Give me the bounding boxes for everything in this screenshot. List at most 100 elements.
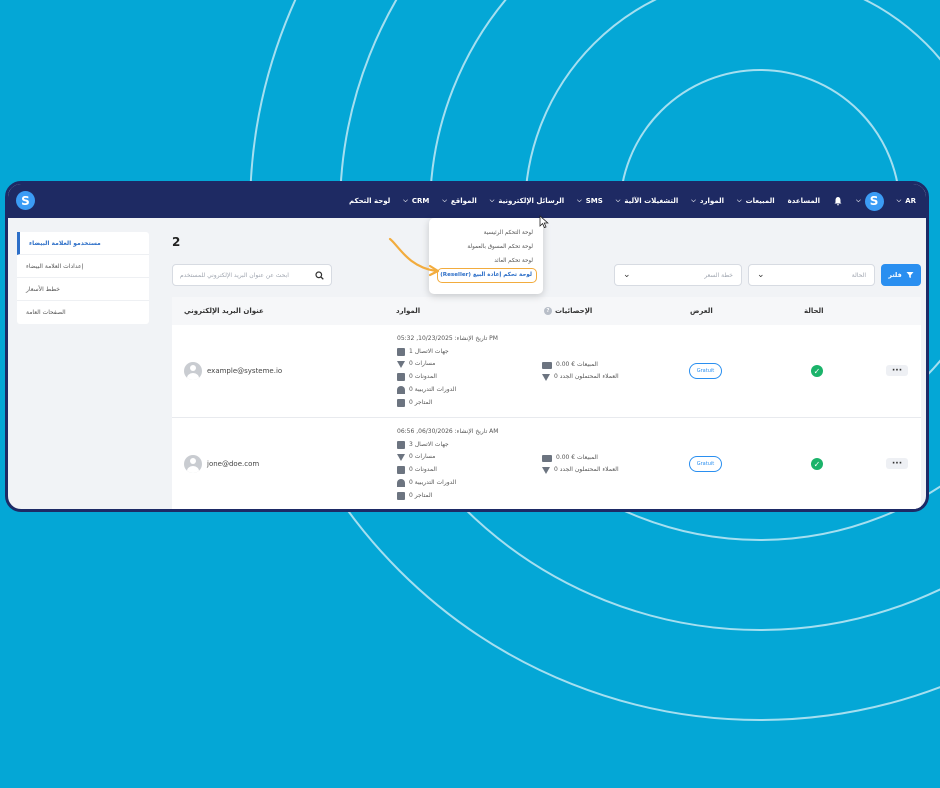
filter-icon — [906, 272, 914, 278]
avatar: S — [864, 191, 884, 211]
user-avatar-icon — [184, 362, 202, 380]
contacts-icon — [397, 441, 405, 450]
bell-icon[interactable] — [833, 196, 843, 206]
sidebar-item-label: إعدادات العلامة البيضاء — [26, 262, 84, 270]
header-email: عنوان البريد الإلكتروني — [184, 307, 264, 315]
sidebar-item-label: مستخدمو العلامة البيضاء — [29, 239, 101, 247]
money-icon — [542, 361, 552, 369]
funnel-icon — [542, 466, 550, 474]
menu-item-reseller-dashboard[interactable]: (Reseller) لوحة تحكم إعادة البيع — [437, 268, 537, 283]
stats-cell: المبيعات € 0.00 العملاء المحتملون الجدد … — [542, 452, 619, 476]
search-icon — [315, 270, 324, 280]
chevron-down-icon: ⌵ — [737, 197, 742, 204]
nav-sms[interactable]: ⌵ SMS — [577, 197, 603, 205]
nav-crm[interactable]: ⌵ CRM — [403, 197, 429, 205]
courses-count: الدورات التدريبية 0 — [409, 478, 457, 486]
nav-automations[interactable]: ⌵ التشغيلات الآلية — [616, 197, 679, 205]
funnels-count: مسارات 0 — [409, 453, 436, 461]
nav-label: المبيعات — [745, 197, 775, 205]
more-actions-button[interactable]: ··· — [886, 458, 908, 469]
main-nav: لوحة التحكم ⌵ CRM ⌵ المواقع ⌵ الرسائل الإلك… — [349, 191, 916, 211]
search-placeholder: ابحث عن عنوان البريد الإلكتروني للمستخدم — [180, 271, 289, 279]
nav-sales[interactable]: ⌵ المبيعات — [737, 197, 775, 205]
nav-dashboard[interactable]: لوحة التحكم — [349, 197, 390, 205]
contacts-count: جهات الاتصال 3 — [409, 440, 449, 448]
language-label: AR — [905, 197, 916, 205]
nav-resources[interactable]: ⌵ الموارد — [691, 197, 724, 205]
money-icon — [542, 454, 552, 462]
app-window: S لوحة التحكم ⌵ CRM ⌵ المواقع ⌵ الرسائل الإ… — [5, 181, 929, 512]
header-stats: ? الإحصائيات — [544, 307, 592, 315]
sidebar-item-label: خطط الأسعار — [26, 285, 60, 293]
leads-count: العملاء المحتملون الجدد 0 — [554, 466, 619, 473]
stats-cell: المبيعات € 0.00 العملاء المحتملون الجدد … — [542, 359, 619, 383]
course-icon — [397, 479, 405, 488]
sidebar-item-price-plans[interactable]: خطط الأسعار — [17, 278, 149, 301]
header-stats-label: الإحصائيات — [555, 307, 593, 315]
table-row[interactable]: example@systeme.io تاريخ الإنشاء: 10/23/… — [172, 325, 921, 418]
users-count: 2 — [172, 235, 181, 249]
chevron-down-icon: ⌵ — [896, 197, 902, 204]
chevron-down-icon: ⌵ — [577, 197, 582, 204]
status-placeholder: الحالة — [851, 271, 866, 279]
table-header: عنوان البريد الإلكتروني الموارد ? الإحصا… — [172, 297, 921, 325]
chevron-down-icon: ⌵ — [403, 197, 408, 204]
nav-label: CRM — [411, 197, 430, 205]
nav-label: SMS — [585, 197, 603, 205]
price-plan-select[interactable]: ⌄ خطة السعر — [614, 264, 742, 286]
info-icon[interactable]: ? — [544, 307, 552, 315]
sidebar-item-white-label-users[interactable]: مستخدمو العلامة البيضاء — [17, 232, 149, 255]
cursor-icon — [539, 215, 549, 229]
table-row[interactable]: jone@doe.com تاريخ الإنشاء: 06/30/2026, … — [172, 418, 921, 509]
header-offer: العرض — [690, 307, 713, 315]
contacts-icon — [397, 348, 405, 357]
offer-badge: Gratuit — [689, 363, 722, 379]
dashboard-dropdown-menu: لوحة التحكم الرئيسية لوحة تحكم المسوق با… — [429, 218, 543, 294]
funnels-count: مسارات 0 — [409, 360, 436, 368]
filter-label: فلتر — [888, 271, 902, 279]
check-circle-icon: ✓ — [811, 458, 823, 470]
nav-label: المساعدة — [787, 197, 821, 205]
annotation-arrow-icon — [388, 237, 440, 277]
stores-count: المتاجر 0 — [409, 398, 433, 406]
sales-value: المبيعات € 0.00 — [556, 361, 598, 368]
blogs-count: المدونات 0 — [409, 373, 437, 381]
language-switch[interactable]: ⌵ AR — [897, 197, 916, 205]
nav-label: الموارد — [699, 197, 724, 205]
users-table: عنوان البريد الإلكتروني الموارد ? الإحصا… — [172, 297, 921, 509]
filter-button[interactable]: فلتر — [881, 264, 921, 286]
header-resources: الموارد — [396, 307, 421, 315]
nav-emails[interactable]: ⌵ الرسائل الإلكترونية — [490, 197, 564, 205]
chevron-down-icon: ⌄ — [623, 270, 631, 280]
sidebar-item-public-pages[interactable]: الصفحات العامة — [17, 301, 149, 324]
offer-badge: Gratuit — [689, 456, 722, 472]
nav-help[interactable]: المساعدة — [788, 197, 820, 205]
user-email: example@systeme.io — [184, 362, 282, 380]
funnel-icon — [397, 454, 405, 462]
sidebar: مستخدمو العلامة البيضاء إعدادات العلامة … — [17, 232, 149, 324]
course-icon — [397, 386, 405, 395]
nav-sites[interactable]: ⌵ المواقع — [442, 197, 476, 205]
app-logo[interactable]: S — [16, 191, 35, 210]
funnel-icon — [542, 373, 550, 381]
contacts-count: جهات الاتصال 1 — [409, 347, 449, 355]
sales-value: المبيعات € 0.00 — [556, 454, 598, 461]
chevron-down-icon: ⌵ — [442, 197, 447, 204]
sidebar-item-label: الصفحات العامة — [26, 309, 66, 316]
chevron-down-icon: ⌵ — [691, 197, 696, 204]
top-navbar: S لوحة التحكم ⌵ CRM ⌵ المواقع ⌵ الرسائل الإ… — [8, 184, 926, 218]
account-menu[interactable]: ⌵ S — [856, 191, 884, 211]
status-select[interactable]: ⌄ الحالة — [748, 264, 875, 286]
chevron-down-icon: ⌵ — [489, 197, 495, 204]
more-actions-button[interactable]: ··· — [886, 365, 908, 376]
check-circle-icon: ✓ — [811, 365, 823, 377]
search-input[interactable]: ابحث عن عنوان البريد الإلكتروني للمستخدم — [172, 264, 332, 286]
sidebar-item-white-label-settings[interactable]: إعدادات العلامة البيضاء — [17, 255, 149, 278]
blog-icon — [397, 466, 405, 475]
resources-cell: تاريخ الإنشاء: 10/23/2025, 05:32 PM جهات… — [397, 333, 498, 409]
nav-label: لوحة التحكم — [349, 197, 391, 205]
header-status: الحالة — [804, 307, 824, 315]
user-avatar-icon — [184, 455, 202, 473]
blogs-count: المدونات 0 — [409, 466, 437, 474]
store-icon — [397, 491, 405, 500]
